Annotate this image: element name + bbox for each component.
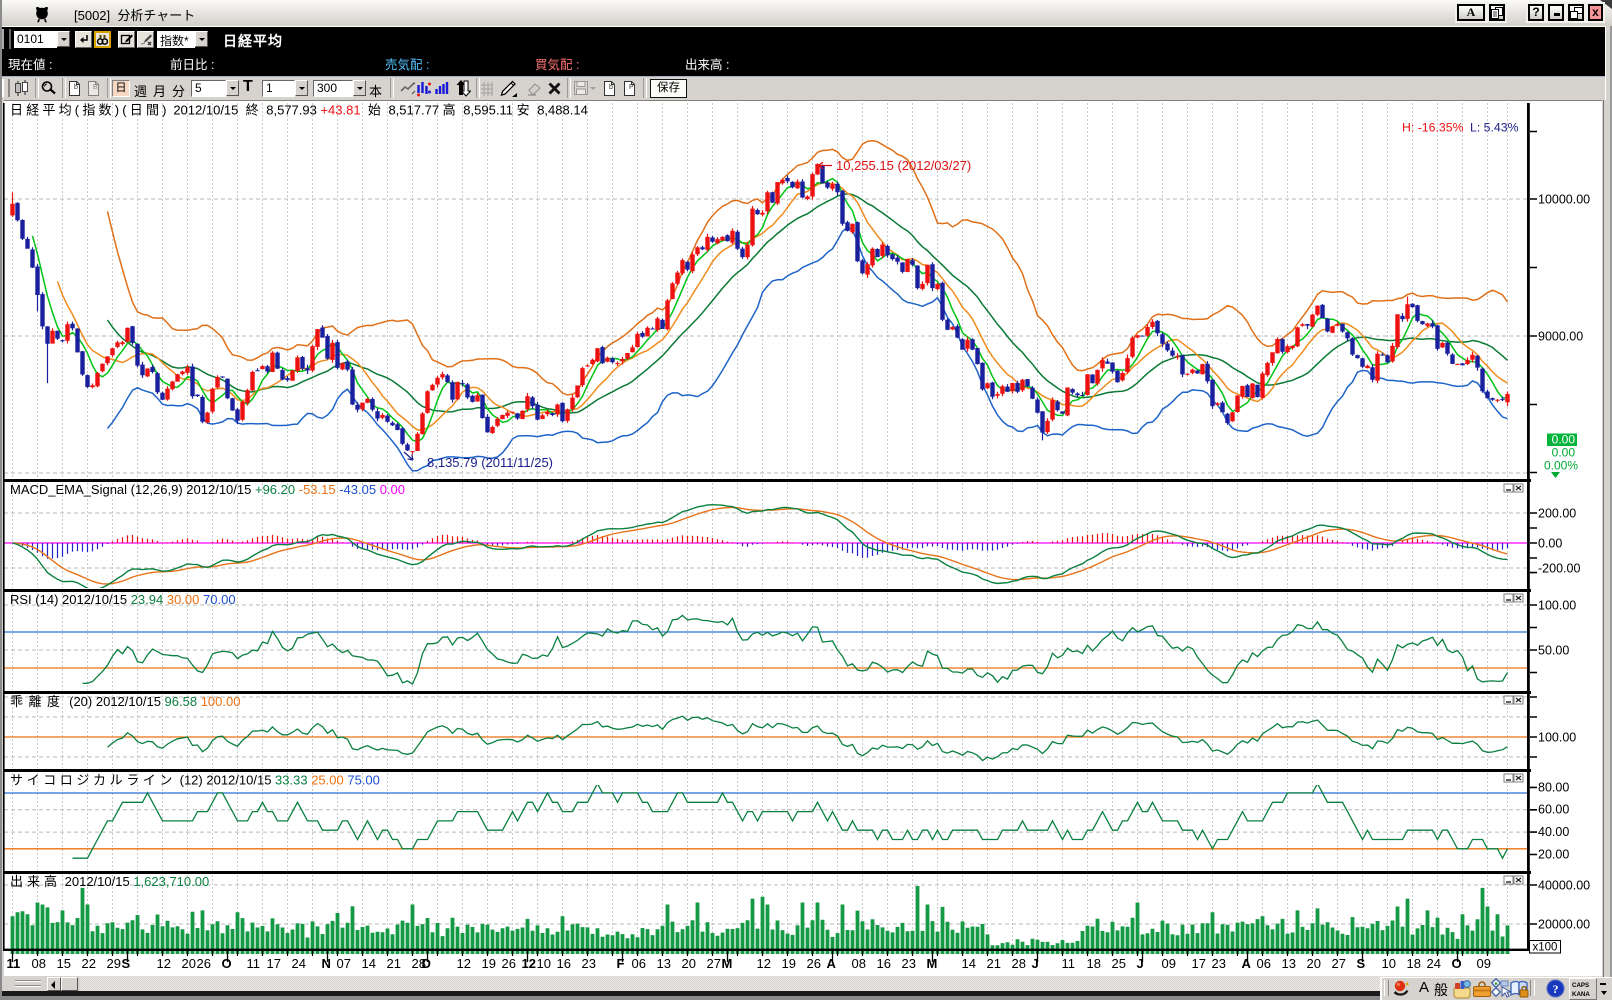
svg-text:b: b (609, 84, 613, 91)
svg-text:P: P (629, 84, 634, 91)
svg-text:?: ? (1553, 982, 1559, 996)
svg-text:B: B (93, 84, 98, 91)
svg-text:b: b (74, 84, 78, 91)
